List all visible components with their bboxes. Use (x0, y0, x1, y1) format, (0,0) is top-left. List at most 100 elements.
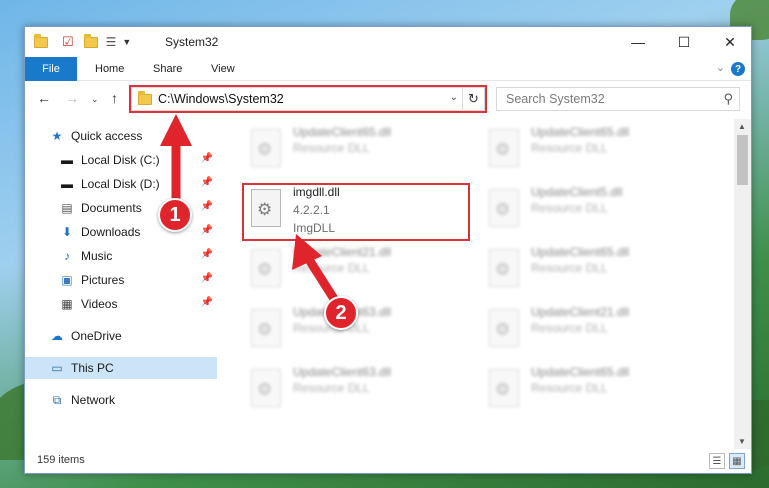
file-type: Resource DLL (531, 201, 608, 215)
file-type: Resource DLL (531, 261, 608, 275)
gear-icon: ⚙ (257, 320, 273, 339)
pin-icon[interactable]: 📌 (201, 273, 213, 284)
view-options-icon[interactable]: ☰ (106, 35, 117, 49)
drive-icon: ▬ (61, 153, 73, 167)
pin-icon[interactable]: 📌 (201, 225, 213, 236)
item-count: 159 items (37, 454, 85, 466)
file-item[interactable]: ⚙ UpdateClient5.dll Resource DLL (481, 183, 711, 239)
expand-ribbon-icon[interactable]: ⌄ (716, 61, 725, 74)
folder-icon[interactable] (34, 33, 48, 48)
gear-icon: ⚙ (257, 140, 273, 159)
file-item[interactable]: ⚙ UpdateClient65.dll Resource DLL (481, 243, 711, 299)
properties-icon[interactable]: ☑ (62, 34, 74, 50)
nav-item-onedrive[interactable]: ☁ OneDrive (25, 325, 217, 347)
documents-icon: ▤ (61, 201, 73, 215)
music-icon: ♪ (64, 249, 70, 263)
nav-item-videos[interactable]: ▦ Videos 📌 (25, 293, 217, 315)
nav-label: This PC (71, 361, 114, 375)
dll-file-icon: ⚙ (251, 249, 281, 287)
file-item[interactable]: ⚙ UpdateClient63.dll Resource DLL (243, 363, 473, 419)
network-icon: ⧉ (52, 392, 62, 407)
file-item[interactable]: ⚙ UpdateClient65.dll Resource DLL (481, 363, 711, 419)
file-item[interactable]: ⚙ UpdateClient63.dll Resource DLL (243, 303, 473, 359)
nav-label: Videos (81, 297, 118, 311)
nav-label: OneDrive (71, 329, 122, 343)
file-name: UpdateClient65.dll (531, 365, 630, 379)
nav-label: Local Disk (D:) (81, 177, 160, 191)
computer-icon: ▭ (51, 361, 63, 375)
file-name: UpdateClient63.dll (293, 365, 392, 379)
quick-access-toolbar: ☑ ☰ ▼ (34, 33, 131, 51)
large-icons-view-icon[interactable]: ▦ (729, 453, 745, 469)
nav-item-local-disk-d[interactable]: ▬ Local Disk (D:) 📌 (25, 173, 217, 195)
file-name: UpdateClient5.dll (531, 185, 623, 199)
nav-item-network[interactable]: ⧉ Network (25, 389, 217, 411)
nav-item-this-pc[interactable]: ▭ This PC (25, 357, 217, 379)
gear-icon: ⚙ (495, 380, 511, 399)
file-type: Resource DLL (293, 261, 370, 275)
cloud-icon: ☁ (51, 329, 63, 343)
file-name: UpdateClient21.dll (531, 305, 630, 319)
file-item[interactable]: ⚙ UpdateClient21.dll Resource DLL (481, 303, 711, 359)
dll-file-icon: ⚙ (251, 309, 281, 347)
file-item[interactable]: ⚙ UpdateClient65.dll Resource DLL (243, 123, 473, 179)
scroll-up-icon[interactable]: ▲ (738, 122, 746, 131)
file-type: Resource DLL (531, 141, 608, 155)
tab-file[interactable]: File (25, 57, 77, 81)
dll-file-icon: ⚙ (489, 189, 519, 227)
file-type: Resource DLL (293, 381, 370, 395)
address-highlight-box (129, 85, 487, 113)
pin-icon[interactable]: 📌 (201, 153, 213, 164)
file-name: UpdateClient21.dll (293, 245, 392, 259)
file-item[interactable]: ⚙ UpdateClient65.dll Resource DLL (481, 123, 711, 179)
scroll-down-icon[interactable]: ▼ (738, 437, 746, 446)
details-view-icon[interactable]: ☰ (709, 453, 725, 469)
pin-icon[interactable]: 📌 (201, 249, 213, 260)
file-type: Resource DLL (293, 141, 370, 155)
tab-share[interactable]: Share (153, 57, 182, 81)
nav-label: Network (71, 393, 116, 407)
star-icon: ★ (51, 129, 63, 143)
pin-icon[interactable]: 📌 (201, 297, 213, 308)
back-arrow-icon[interactable]: ← (37, 90, 51, 106)
window-title: System32 (165, 35, 219, 49)
status-bar: 159 items ☰ ▦ (25, 449, 751, 473)
close-button[interactable]: ✕ (707, 27, 751, 57)
nav-label: Pictures (81, 273, 125, 287)
pictures-icon: ▣ (61, 273, 73, 287)
search-icon[interactable]: ⚲ (723, 91, 733, 107)
gear-icon: ⚙ (495, 320, 511, 339)
file-item[interactable]: ⚙ UpdateClient21.dll Resource DLL (243, 243, 473, 299)
tab-home[interactable]: Home (95, 57, 124, 81)
scrollbar-thumb[interactable] (737, 135, 748, 185)
nav-item-quick-access[interactable]: ★ Quick access (25, 125, 217, 147)
nav-item-pictures[interactable]: ▣ Pictures 📌 (25, 269, 217, 291)
file-name: UpdateClient65.dll (531, 245, 630, 259)
nav-label: Quick access (71, 129, 143, 143)
dll-file-icon: ⚙ (251, 129, 281, 167)
help-icon[interactable]: ? (731, 62, 745, 76)
search-input[interactable]: Search System32 ⚲ (496, 87, 740, 111)
nav-item-music[interactable]: ♪ Music 📌 (25, 245, 217, 267)
new-folder-icon[interactable] (83, 33, 98, 48)
pin-icon[interactable]: 📌 (201, 201, 213, 212)
ribbon-tabs: File Home Share View ⌄ ? (25, 57, 751, 81)
pin-icon[interactable]: 📌 (201, 177, 213, 188)
up-arrow-icon[interactable]: ↑ (111, 90, 118, 106)
vertical-scrollbar[interactable]: ▲ ▼ (734, 119, 751, 449)
file-list: ⚙ UpdateClient65.dll Resource DLL ⚙ imgd… (233, 119, 733, 449)
nav-item-local-disk-c[interactable]: ▬ Local Disk (C:) 📌 (25, 149, 217, 171)
dll-file-icon: ⚙ (251, 369, 281, 407)
customize-dropdown-icon[interactable]: ▼ (122, 37, 131, 47)
forward-arrow-icon[interactable]: → (65, 90, 79, 106)
minimize-button[interactable]: — (615, 27, 661, 57)
maximize-button[interactable]: ☐ (661, 27, 707, 57)
gear-icon: ⚙ (257, 260, 273, 279)
title-bar: ☑ ☰ ▼ System32 — ☐ ✕ (25, 27, 751, 57)
navigation-pane: ★ Quick access ▬ Local Disk (C:) 📌 ▬ Loc… (25, 119, 217, 449)
recent-locations-icon[interactable]: ⌄ (91, 94, 99, 105)
file-type: Resource DLL (531, 381, 608, 395)
drive-icon: ▬ (61, 177, 73, 191)
dll-file-icon: ⚙ (489, 309, 519, 347)
tab-view[interactable]: View (211, 57, 235, 81)
